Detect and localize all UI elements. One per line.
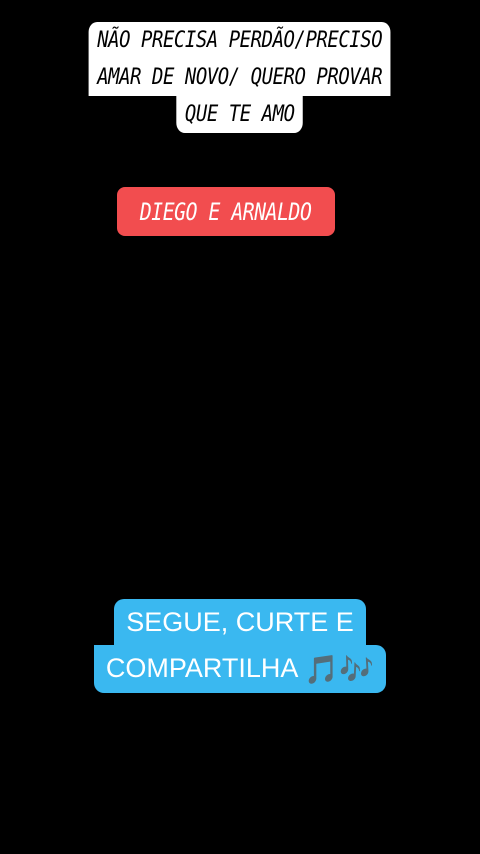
artist-tag: DIEGO E ARNALDO <box>117 187 335 236</box>
artist-name: DIEGO E ARNALDO <box>140 197 312 226</box>
cta-line: SEGUE, CURTE E <box>114 599 366 645</box>
lyric-line: QUE TE AMO <box>176 96 304 133</box>
lyric-caption: NÃO PRECISA PERDÃO/PRECISO AMAR DE NOVO/… <box>0 22 480 133</box>
cta-line: COMPARTILHA 🎵🎶 <box>93 645 387 693</box>
call-to-action: SEGUE, CURTE E COMPARTILHA 🎵🎶 <box>0 599 480 693</box>
cta-line-text: COMPARTILHA <box>105 653 299 683</box>
music-notes-icon: 🎵🎶 <box>304 652 375 686</box>
lyric-line: AMAR DE NOVO/ QUERO PROVAR <box>88 59 392 96</box>
video-frame: NÃO PRECISA PERDÃO/PRECISO AMAR DE NOVO/… <box>0 0 480 854</box>
lyric-line: NÃO PRECISA PERDÃO/PRECISO <box>88 22 392 59</box>
